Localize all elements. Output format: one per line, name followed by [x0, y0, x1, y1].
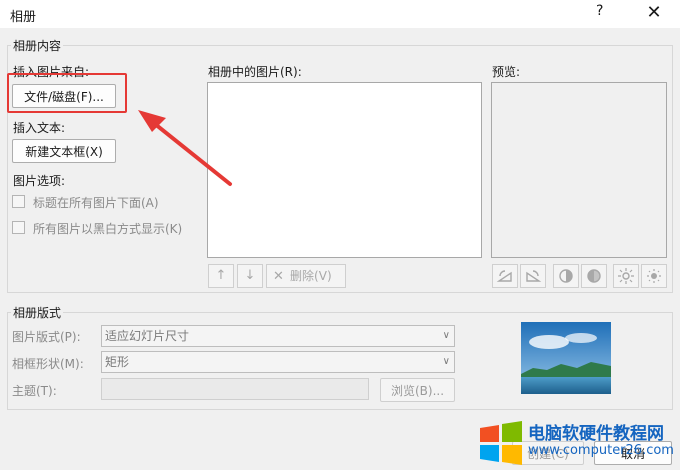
- brightness-down-icon[interactable]: [641, 264, 667, 288]
- watermark-url: www.computer26.com: [528, 443, 674, 458]
- preview-pane: [491, 82, 667, 258]
- picture-layout-value: 适应幻灯片尺寸: [105, 329, 190, 343]
- browse-button[interactable]: 浏览(B)...: [380, 378, 455, 402]
- captions-checkbox[interactable]: [12, 195, 25, 208]
- watermark-title: 电脑软硬件教程网: [528, 424, 664, 444]
- layout-preview-thumbnail: [521, 322, 611, 394]
- move-up-button[interactable]: ↑: [208, 264, 234, 288]
- picture-layout-select[interactable]: 适应幻灯片尺寸 ∨: [101, 325, 455, 347]
- delete-button[interactable]: ✕ 删除(V): [266, 264, 346, 288]
- preview-label: 预览:: [492, 65, 521, 79]
- theme-input[interactable]: [101, 378, 369, 400]
- picture-options-label: 图片选项:: [13, 174, 66, 188]
- captions-option-label: 标题在所有图片下面(A): [33, 196, 159, 210]
- close-button[interactable]: ✕: [640, 0, 668, 26]
- delete-icon: ✕: [273, 269, 284, 284]
- theme-label: 主题(T):: [12, 384, 57, 398]
- watermark: 电脑软硬件教程网 www.computer26.com: [476, 417, 680, 470]
- album-content-group-label: 相册内容: [11, 37, 64, 54]
- insert-text-label: 插入文本:: [13, 121, 66, 135]
- highlight-box: [7, 73, 127, 113]
- picture-layout-label: 图片版式(P):: [12, 330, 81, 344]
- brightness-up-icon[interactable]: [613, 264, 639, 288]
- frame-shape-label: 相框形状(M):: [12, 357, 84, 371]
- rotate-right-icon[interactable]: [520, 264, 546, 288]
- title-bar: 相册 ? ✕: [0, 0, 680, 28]
- album-pictures-list[interactable]: [207, 82, 482, 258]
- frame-shape-value: 矩形: [105, 355, 130, 369]
- new-textbox-button[interactable]: 新建文本框(X): [12, 139, 116, 163]
- frame-shape-select[interactable]: 矩形 ∨: [101, 351, 455, 373]
- chevron-down-icon: ∨: [442, 330, 450, 341]
- arrow-annotation: [138, 110, 232, 186]
- windows-logo-icon: [480, 421, 522, 465]
- rotate-left-icon[interactable]: [492, 264, 518, 288]
- black-white-checkbox[interactable]: [12, 221, 25, 234]
- album-layout-group-label: 相册版式: [11, 304, 64, 321]
- chevron-down-icon: ∨: [442, 356, 450, 367]
- help-button[interactable]: ?: [596, 3, 603, 19]
- black-white-option-label: 所有图片以黑白方式显示(K): [33, 222, 183, 236]
- window-title: 相册: [10, 10, 37, 25]
- move-down-button[interactable]: ↓: [237, 264, 263, 288]
- pictures-list-label: 相册中的图片(R):: [208, 65, 302, 79]
- contrast-up-icon[interactable]: [553, 264, 579, 288]
- delete-label: 删除(V): [290, 269, 332, 283]
- contrast-down-icon[interactable]: [581, 264, 607, 288]
